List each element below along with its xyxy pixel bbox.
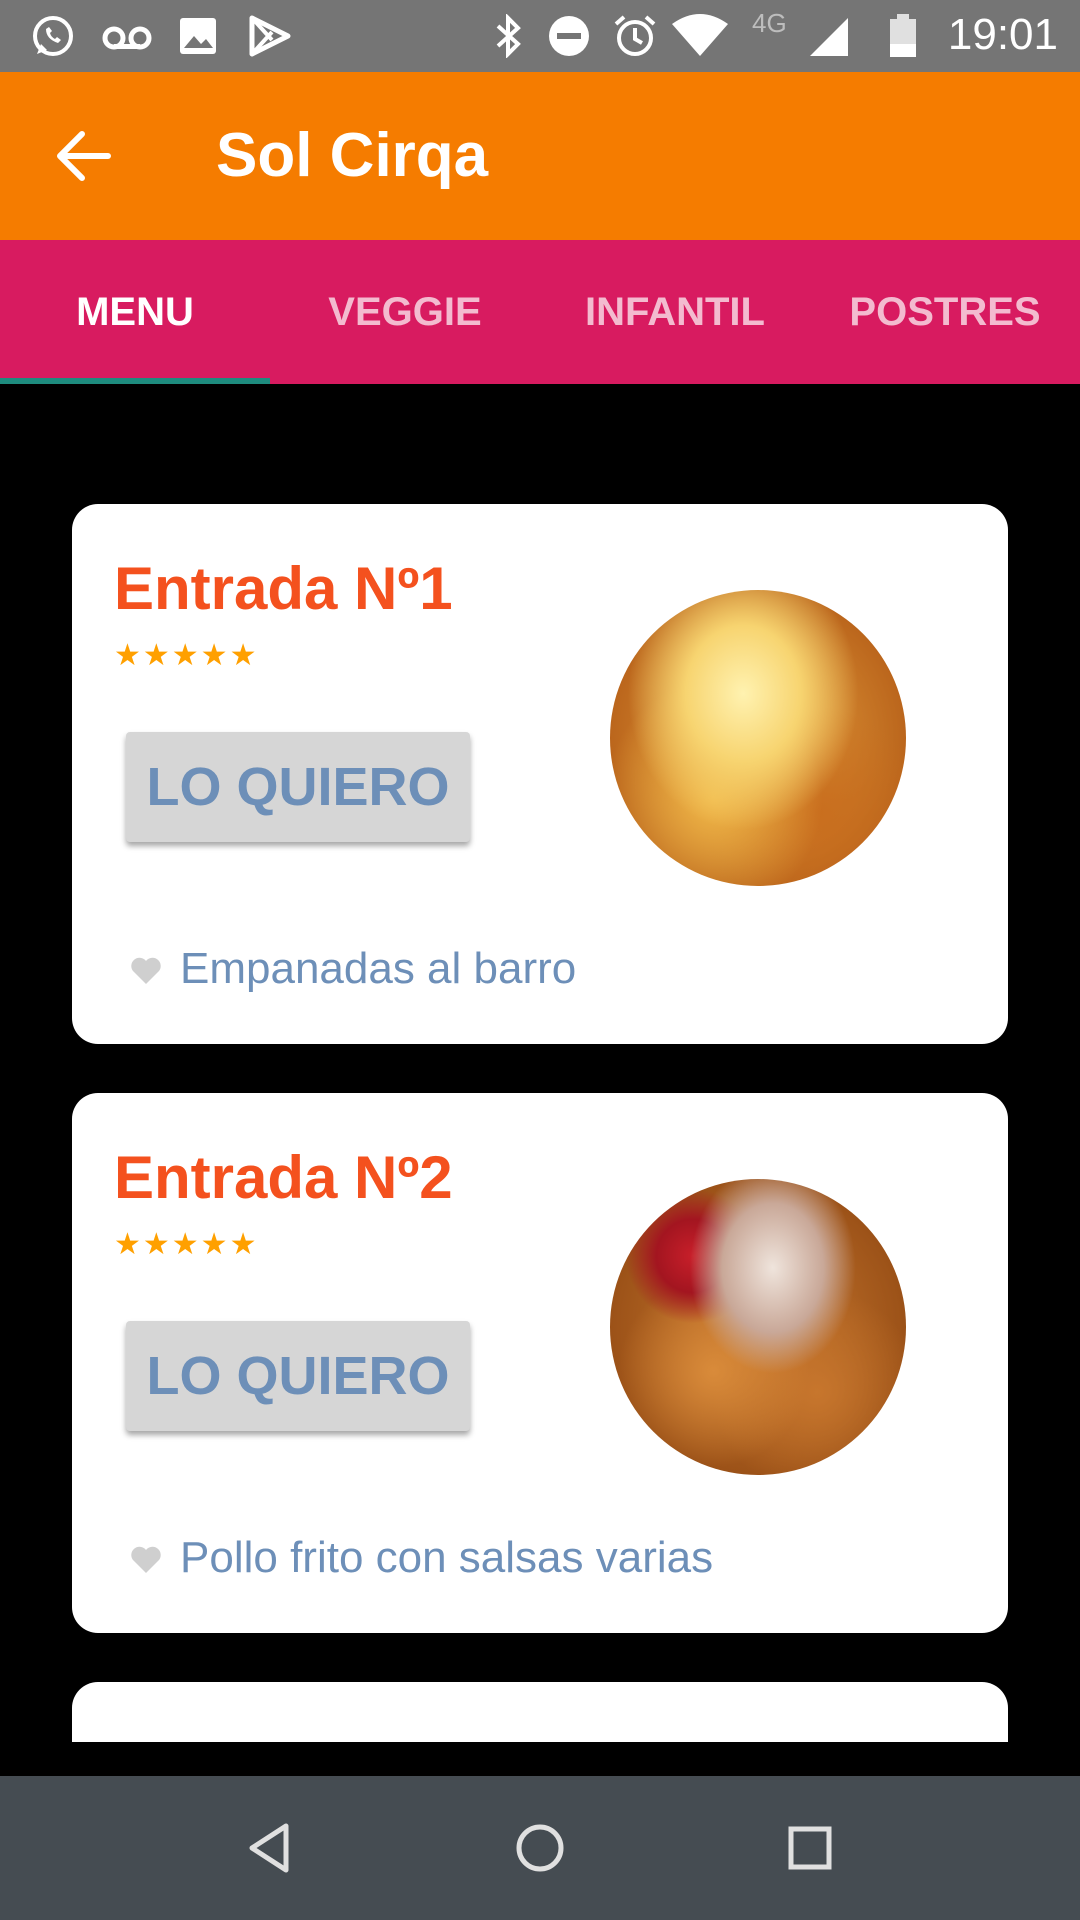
tab-veggie[interactable]: VEGGIE [270,240,540,384]
tab-infantil[interactable]: INFANTIL [540,240,810,384]
heart-icon[interactable] [130,1545,162,1575]
status-bar: 4G 19:01 [0,0,1080,72]
tab-bar: MENU VEGGIE INFANTIL POSTRES [0,240,1080,384]
back-triangle-icon[interactable] [242,1820,298,1876]
play-store-icon [249,15,291,57]
lo-quiero-button[interactable]: LO QUIERO [126,1321,470,1431]
card-title: Entrada Nº1 [114,555,453,622]
battery-icon [890,14,916,57]
bluetooth-icon [496,14,521,58]
dish-image-fried-chicken [610,1179,906,1475]
status-time: 19:01 [947,10,1058,59]
image-icon [180,18,216,54]
signal-icon [810,18,848,56]
tab-postres[interactable]: POSTRES [810,240,1080,384]
star-rating: ★★★★★ [114,1228,259,1261]
voicemail-icon [102,26,152,50]
menu-card[interactable]: Entrada Nº1 ★★★★★ LO QUIERO Empanadas al… [72,504,1008,1044]
dish-image-empanadas [610,590,906,886]
network-type: 4G [752,8,787,38]
card-description: Empanadas al barro [180,944,577,993]
tab-menu[interactable]: MENU [0,240,270,384]
page-title: Sol Cirqa [216,121,489,190]
menu-card-partial[interactable] [72,1682,1008,1742]
whatsapp-icon [33,16,73,56]
card-title: Entrada Nº2 [114,1144,453,1211]
do-not-disturb-icon [549,16,589,56]
card-description: Pollo frito con salsas varias [180,1533,714,1582]
navigation-bar [0,1776,1080,1920]
recents-square-icon[interactable] [782,1820,838,1876]
home-circle-icon[interactable] [512,1820,568,1876]
lo-quiero-button[interactable]: LO QUIERO [126,732,470,842]
arrow-back-icon[interactable] [52,124,116,188]
wifi-icon [672,14,728,56]
heart-icon[interactable] [130,956,162,986]
star-rating: ★★★★★ [114,639,259,672]
tab-indicator [0,378,270,384]
app-bar: Sol Cirqa [0,72,1080,240]
menu-card[interactable]: Entrada Nº2 ★★★★★ LO QUIERO Pollo frito … [72,1093,1008,1633]
alarm-icon [614,15,656,56]
